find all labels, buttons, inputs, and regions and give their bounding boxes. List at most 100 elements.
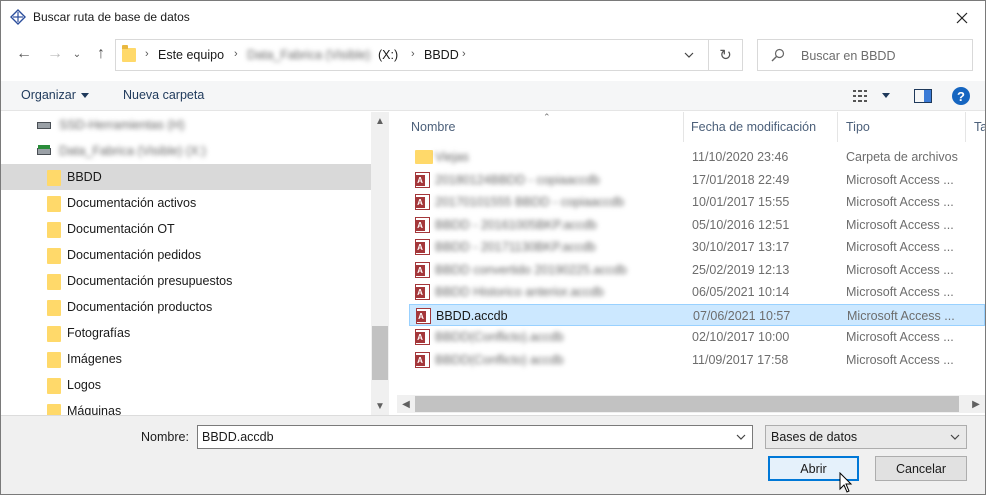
column-header-type[interactable]: Tipo <box>846 112 870 142</box>
command-toolbar: Organizar Nueva carpeta ? <box>1 81 985 111</box>
arrow-up-icon: ↑ <box>97 45 105 62</box>
window-title: Buscar ruta de base de datos <box>33 10 190 24</box>
folder-icon <box>47 326 61 342</box>
column-divider[interactable] <box>837 112 838 142</box>
up-button[interactable]: ↑ <box>90 43 112 65</box>
file-type-select[interactable]: Bases de datos <box>765 425 967 449</box>
file-row[interactable]: BBDD - 20161005BKP.accdb 05/10/2016 12:51… <box>409 214 985 236</box>
caret-down-icon <box>81 93 89 98</box>
filename-input[interactable]: BBDD.accdb <box>197 425 753 449</box>
close-icon <box>956 12 968 23</box>
cancel-button[interactable]: Cancelar <box>875 456 967 481</box>
file-type: Microsoft Access ... <box>847 308 955 323</box>
nav-folder-item[interactable]: Documentación OT <box>1 216 371 242</box>
breadcrumb-drive-letter[interactable]: (X:) <box>378 48 398 62</box>
refresh-button[interactable]: ↻ <box>709 39 743 71</box>
back-button[interactable]: ← <box>13 43 35 65</box>
file-type-value: Bases de datos <box>771 430 858 444</box>
column-header-name[interactable]: Nombre <box>411 112 455 142</box>
help-icon[interactable]: ? <box>952 87 970 105</box>
file-row[interactable]: 20180124BBDD - copiaaccdb 17/01/2018 22:4… <box>409 169 985 191</box>
file-row[interactable]: Viejas 11/10/2020 23:46 Carpeta de archivo… <box>409 146 985 168</box>
nav-folder-item[interactable]: Documentación presupuestos <box>1 268 371 294</box>
nav-drive-label: SSD-Herramientas (H) <box>59 118 185 132</box>
new-folder-button[interactable]: Nueva carpeta <box>123 88 204 102</box>
scroll-left-icon[interactable]: ◀ <box>397 395 415 413</box>
forward-button[interactable]: → <box>44 43 66 65</box>
file-date: 17/01/2018 22:49 <box>692 172 790 187</box>
address-history-dropdown[interactable] <box>674 44 704 66</box>
cancel-button-label: Cancelar <box>895 461 947 476</box>
address-bar[interactable]: › Este equipo › Data_Fabrica (Visible) (… <box>115 39 709 71</box>
nav-folder-label: Documentación OT <box>67 222 175 236</box>
file-row[interactable]: 20170101555 BBDD - copiaaccdb 10/01/2017 … <box>409 191 985 213</box>
nav-folder-item[interactable]: Documentación pedidos <box>1 242 371 268</box>
breadcrumb-this-pc[interactable]: Este equipo <box>158 48 224 62</box>
scroll-up-icon[interactable]: ▲ <box>371 112 389 130</box>
access-file-icon <box>415 261 430 278</box>
file-type: Carpeta de archivos <box>846 150 958 164</box>
file-row[interactable]: BBDD(Conflicto).accdb 02/10/2017 10:00 Mic… <box>409 326 985 348</box>
nav-drive-ssd[interactable]: SSD-Herramientas (H) <box>1 112 371 138</box>
access-file-icon <box>415 351 430 368</box>
column-divider[interactable] <box>683 112 684 142</box>
nav-folder-item[interactable]: Imágenes <box>1 346 371 372</box>
scroll-thumb[interactable] <box>415 396 959 412</box>
file-type: Microsoft Access ... <box>846 352 954 367</box>
nav-folder-item[interactable]: Fotografías <box>1 320 371 346</box>
nav-folder-item[interactable]: BBDD <box>1 164 371 190</box>
folder-icon <box>47 352 61 368</box>
nav-folder-label: Logos <box>67 378 102 392</box>
nav-folder-item[interactable]: Logos <box>1 372 371 398</box>
file-type: Microsoft Access ... <box>846 262 954 277</box>
nav-drive-x[interactable]: Data_Fabrica (Visible) (X:) <box>1 138 371 164</box>
preview-pane-button[interactable] <box>914 89 932 103</box>
access-file-icon <box>415 239 430 255</box>
search-box[interactable]: Buscar en BBDD <box>757 39 973 71</box>
filename-dropdown[interactable] <box>730 426 752 448</box>
nav-folder-label: Fotografías <box>67 326 131 340</box>
view-dropdown-caret-icon[interactable] <box>882 93 890 98</box>
breadcrumb-drive-name[interactable]: Data_Fabrica (Visible) <box>247 48 370 62</box>
file-type: Microsoft Access ... <box>846 285 954 299</box>
nav-folder-item[interactable]: Documentación productos <box>1 294 371 320</box>
chevron-right-icon: › <box>145 48 149 60</box>
file-type: Microsoft Access ... <box>846 172 954 187</box>
nav-folder-item[interactable]: Documentación activos <box>1 190 371 216</box>
file-row[interactable]: BBDD convertido 20190225.accdb 25/02/2019… <box>409 259 985 281</box>
file-row[interactable]: BBDD - 20171130BKP.accdb 30/10/2017 13:17… <box>409 236 985 258</box>
nav-folder-item[interactable]: Máquinas <box>1 398 371 415</box>
nav-folder-label: Documentación productos <box>67 300 213 314</box>
open-button-label: Abrir <box>800 461 827 476</box>
file-date: 10/01/2017 15:55 <box>692 195 790 209</box>
column-header-date[interactable]: Fecha de modificación <box>691 112 816 142</box>
view-options-icon[interactable] <box>853 89 871 103</box>
file-row[interactable]: BBDD.accdb 07/06/2021 10:57 Microsoft Acce… <box>409 303 985 326</box>
file-date: 06/05/2021 10:14 <box>692 285 790 299</box>
scroll-down-icon[interactable]: ▼ <box>371 397 389 415</box>
file-horizontal-scrollbar[interactable]: ◀ ▶ <box>397 395 985 413</box>
title-bar: Buscar ruta de base de datos <box>1 1 985 34</box>
chevron-down-icon <box>684 52 694 58</box>
column-header-size[interactable]: Ta <box>974 112 985 142</box>
file-name: 20170101555 BBDD - copiaaccdb <box>435 195 625 209</box>
file-list: ⌃ Nombre Fecha de modificación Tipo Ta V… <box>397 112 985 415</box>
nav-folder-label: Documentación activos <box>67 196 197 210</box>
scroll-right-icon[interactable]: ▶ <box>967 395 985 413</box>
chevron-down-icon <box>736 434 746 440</box>
organize-button[interactable]: Organizar <box>21 88 76 102</box>
recent-locations-button[interactable]: ⌄ <box>70 43 84 65</box>
file-row[interactable]: BBDD(Conflicto) accdb 11/09/2017 17:58 Mic… <box>409 349 985 371</box>
scroll-thumb[interactable] <box>372 326 388 380</box>
column-divider[interactable] <box>965 112 966 142</box>
file-date: 11/10/2020 23:46 <box>692 150 789 164</box>
close-button[interactable] <box>939 1 985 34</box>
nav-vertical-scrollbar[interactable]: ▲ ▼ <box>371 112 389 415</box>
file-row[interactable]: BBDD Historico anterior.accdb 06/05/2021 … <box>409 281 985 303</box>
file-name: Viejas <box>435 150 469 164</box>
breadcrumb-bbdd[interactable]: BBDD <box>424 48 459 62</box>
hard-drive-icon <box>37 122 51 129</box>
file-date: 25/02/2019 12:13 <box>692 262 790 277</box>
file-name: 20180124BBDD - copiaaccdb <box>435 172 600 187</box>
nav-folder-label: Documentación pedidos <box>67 248 202 262</box>
